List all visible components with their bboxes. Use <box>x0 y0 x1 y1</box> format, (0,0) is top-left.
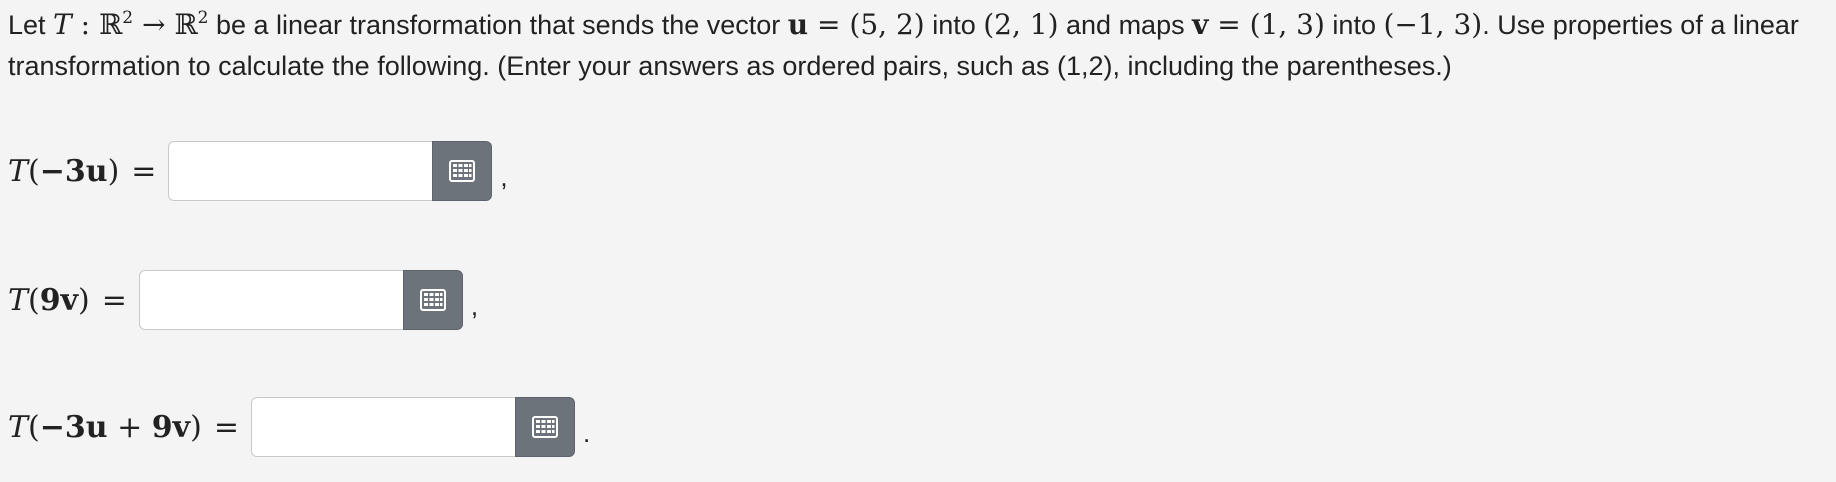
math-expression: v = (1, 3) <box>1192 8 1325 41</box>
math-exponent: 2 <box>197 8 209 28</box>
math-coefficient: −3 <box>39 409 86 445</box>
answer-group-2 <box>138 270 463 330</box>
math-keypad-button-1[interactable] <box>432 141 493 201</box>
answer-input-3[interactable] <box>250 397 515 457</box>
math-expression: T : ℝ2 → ℝ2 <box>53 8 208 41</box>
math-vector-u: u <box>85 409 108 445</box>
math-colon: : <box>71 8 99 41</box>
math-u-value: (5, 2) <box>849 8 925 41</box>
math-plus: + <box>107 409 152 445</box>
answer-group-1 <box>168 141 493 201</box>
math-symbol-T: T <box>53 8 72 41</box>
math-symbol-T: T <box>8 153 29 189</box>
question-text-part: and maps <box>1058 10 1193 40</box>
math-coefficient: 9 <box>151 409 173 445</box>
question-text-part: Let <box>8 10 54 40</box>
math-keypad-button-3[interactable] <box>514 397 575 457</box>
expression-label-3: T(−3u + 9v) = <box>8 410 251 445</box>
keypad-icon <box>531 416 558 438</box>
math-vector-u: u <box>787 8 809 41</box>
math-vector-u: u <box>85 153 108 189</box>
math-exponent: 2 <box>122 8 134 28</box>
question-text-part: be a linear transformation that sends th… <box>208 10 788 40</box>
math-vector-v: v <box>172 409 191 445</box>
expression-label-1: T(−3u) = <box>8 154 168 189</box>
math-expression: u = (5, 2) <box>788 8 925 41</box>
answer-punctuation: , <box>500 162 508 192</box>
math-symbol-R: ℝ <box>174 8 198 41</box>
answer-row-1: T(−3u) = , <box>8 141 508 201</box>
math-paren: ( <box>28 282 40 318</box>
math-equals: = <box>101 282 127 318</box>
question-text-part: into <box>924 10 984 40</box>
math-paren: ( <box>28 409 40 445</box>
math-keypad-button-2[interactable] <box>402 270 463 330</box>
math-Tu-value: (2, 1) <box>983 8 1059 41</box>
answer-input-1[interactable] <box>168 141 433 201</box>
math-symbol-T: T <box>8 282 29 318</box>
keypad-icon <box>449 160 476 182</box>
math-coefficient: −3 <box>39 153 86 189</box>
answer-group-3 <box>250 397 575 457</box>
math-Tv-value: (−1, 3) <box>1383 8 1483 41</box>
math-equals: = <box>213 409 239 445</box>
math-symbol-T: T <box>8 409 29 445</box>
math-vector-v: v <box>1192 8 1209 41</box>
math-paren: ) <box>78 282 90 318</box>
answer-row-3: T(−3u + 9v) = . <box>8 397 590 457</box>
math-equals: = <box>808 8 850 41</box>
math-vector-v: v <box>60 282 79 318</box>
answer-row-2: T(9v) = , <box>8 270 478 330</box>
keypad-icon <box>419 289 446 311</box>
answer-punctuation: , <box>470 291 479 321</box>
math-paren: ) <box>190 409 202 445</box>
math-equals: = <box>131 153 157 189</box>
math-arrow: → <box>133 8 175 41</box>
math-coefficient: 9 <box>39 282 61 318</box>
math-equals: = <box>1208 8 1250 41</box>
question-text: Let T : ℝ2 → ℝ2 be a linear transformati… <box>8 4 1828 87</box>
math-symbol-R: ℝ <box>98 8 123 41</box>
answer-input-2[interactable] <box>138 270 403 330</box>
math-paren: ( <box>28 153 40 189</box>
answer-punctuation: . <box>582 418 591 448</box>
math-v-value: (1, 3) <box>1249 8 1325 41</box>
math-paren: ) <box>107 153 120 189</box>
question-text-part: into <box>1324 10 1384 40</box>
expression-label-2: T(9v) = <box>8 283 139 318</box>
